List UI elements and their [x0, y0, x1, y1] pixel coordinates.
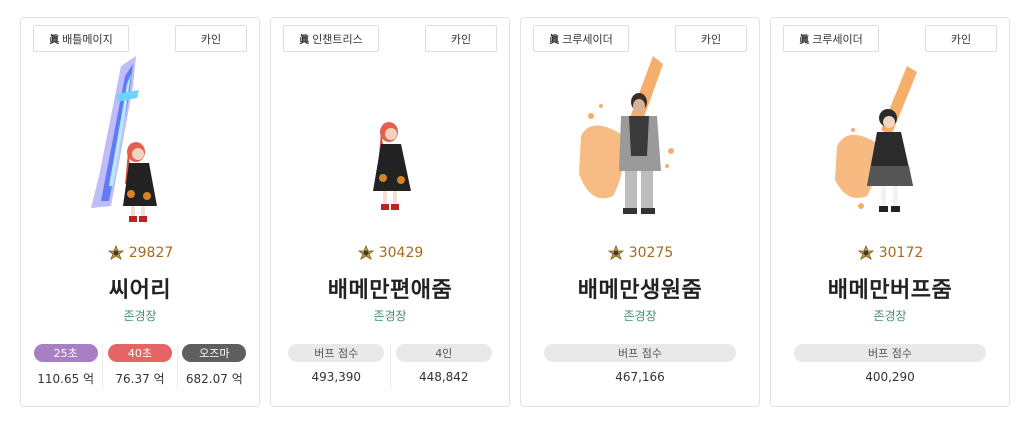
true-awakening-icon: 眞 [799, 35, 810, 46]
buff-label-badge: 버프 점수 [544, 344, 736, 362]
character-figure [619, 93, 661, 214]
adventure-name: 존경장 [123, 309, 157, 323]
character-sprite [91, 56, 157, 222]
damage-value: 76.37 억 [115, 372, 165, 386]
character-card[interactable]: 眞 배틀메이지 카인 29827 씨어리 존경장 25초 110.65 억 40… [20, 17, 260, 407]
fame-value: 30429 [378, 245, 424, 261]
job-tag[interactable]: 眞 크루세이더 [533, 25, 629, 52]
damage-value: 682.07 억 [185, 372, 243, 386]
job-label: 크루세이더 [562, 32, 613, 46]
character-sprite [579, 56, 674, 214]
fame-value: 29827 [128, 245, 174, 261]
job-tag[interactable]: 眞 크루세이더 [783, 25, 879, 52]
character-figure [373, 122, 411, 210]
character-card[interactable]: 眞 크루세이더 카인 [520, 17, 760, 407]
damage-type-badge: 40초 [107, 344, 172, 362]
buff-value: 400,290 [865, 370, 915, 384]
fame-score: 30429 [271, 245, 509, 261]
buff-value: 493,390 [311, 370, 362, 384]
buff-value: 448,842 [418, 370, 469, 384]
damage-type-badge: 오즈마 [182, 344, 247, 362]
character-figure [867, 109, 913, 212]
fame-laurel-icon [107, 245, 124, 260]
character-sprite [835, 66, 917, 212]
character-card[interactable]: 眞 인챈트리스 카인 30429 배메만편애줌 존경장 버프 점수 493,39… [270, 17, 510, 407]
character-name[interactable]: 배메만생원줌 [521, 272, 759, 304]
adventure-name: 존경장 [373, 309, 407, 323]
adventure-name: 존경장 [873, 309, 907, 323]
damage-stat: 40초 76.37 억 [102, 344, 176, 389]
damage-type-badge: 25초 [33, 344, 98, 362]
true-awakening-icon: 眞 [549, 35, 560, 46]
buff-label-badge: 버프 점수 [288, 344, 385, 362]
fame-value: 30275 [628, 245, 674, 261]
fame-value: 30172 [878, 245, 924, 261]
fame-laurel-icon [357, 245, 374, 260]
buff-label-badge: 4인 [395, 344, 492, 362]
buff-stat: 버프 점수 493,390 [283, 344, 390, 389]
damage-stats: 25초 110.65 억 40초 76.37 억 오즈마 682.07 억 [29, 344, 251, 389]
character-sprite [373, 122, 411, 210]
character-name[interactable]: 배메만버프줌 [771, 272, 1009, 304]
character-avatar[interactable] [771, 56, 1009, 226]
buff-stat: 버프 점수 400,290 [771, 344, 1009, 384]
server-tag[interactable]: 카인 [175, 25, 247, 52]
character-name[interactable]: 배메만편애줌 [271, 272, 509, 304]
buff-value: 467,166 [615, 370, 665, 384]
true-awakening-icon: 眞 [49, 35, 60, 46]
damage-stat: 오즈마 682.07 억 [176, 344, 251, 389]
character-name[interactable]: 씨어리 [21, 272, 259, 304]
server-tag[interactable]: 카인 [425, 25, 497, 52]
character-avatar[interactable] [521, 56, 759, 226]
buff-stat: 4인 448,842 [389, 344, 498, 389]
damage-stat: 25초 110.65 억 [29, 344, 102, 389]
adventure-name: 존경장 [623, 309, 657, 323]
character-avatar[interactable] [271, 56, 509, 226]
server-tag[interactable]: 카인 [675, 25, 747, 52]
server-tag[interactable]: 카인 [925, 25, 997, 52]
job-tag[interactable]: 眞 배틀메이지 [33, 25, 129, 52]
fame-laurel-icon [857, 245, 874, 260]
fame-score: 30275 [521, 245, 759, 261]
job-label: 인챈트리스 [312, 32, 363, 46]
character-card[interactable]: 眞 크루세이더 카인 [770, 17, 1010, 407]
buff-stats: 버프 점수 493,390 4인 448,842 [283, 344, 497, 389]
job-tag[interactable]: 眞 인챈트리스 [283, 25, 379, 52]
character-card-list: 眞 배틀메이지 카인 29827 씨어리 존경장 25초 110.65 억 40… [20, 17, 1010, 407]
character-avatar[interactable] [21, 56, 259, 226]
job-label: 크루세이더 [812, 32, 863, 46]
true-awakening-icon: 眞 [299, 35, 310, 46]
damage-value: 110.65 억 [37, 372, 95, 386]
buff-label-badge: 버프 점수 [794, 344, 986, 362]
character-figure [123, 142, 157, 222]
fame-score: 29827 [21, 245, 259, 261]
fame-laurel-icon [607, 245, 624, 260]
buff-stat: 버프 점수 467,166 [521, 344, 759, 384]
job-label: 배틀메이지 [62, 32, 113, 46]
fame-score: 30172 [771, 245, 1009, 261]
